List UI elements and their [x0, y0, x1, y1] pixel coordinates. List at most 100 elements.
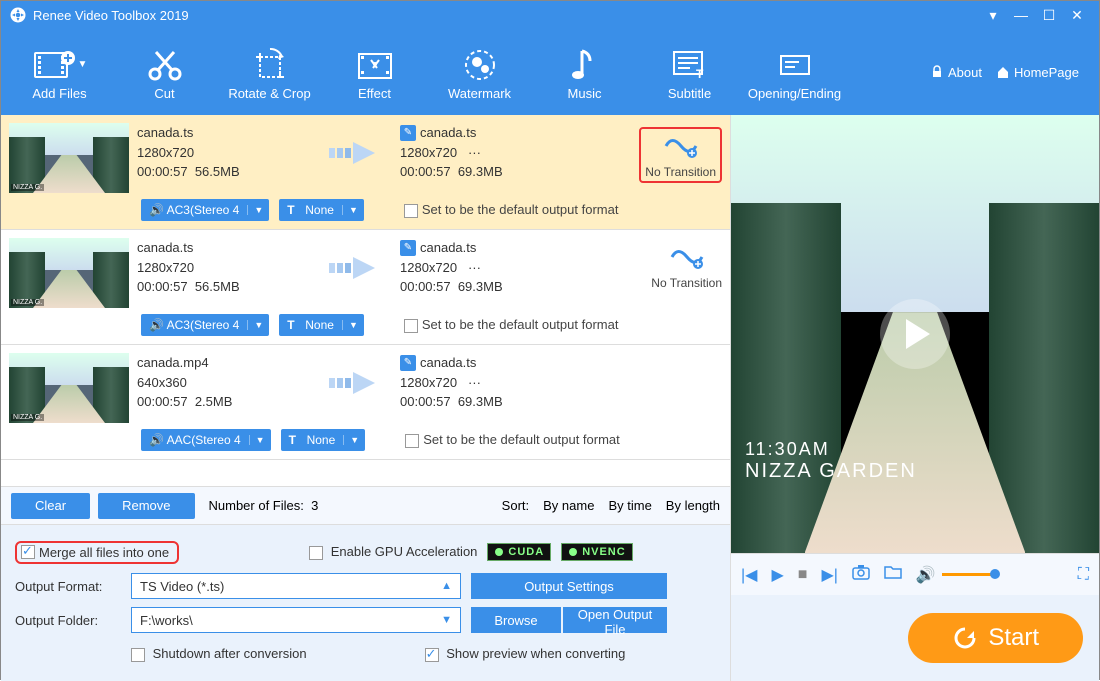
- show-preview-checkbox[interactable]: Show preview when converting: [425, 646, 626, 662]
- gpu-accel-checkbox[interactable]: Enable GPU Acceleration: [309, 544, 477, 560]
- file-row[interactable]: NIZZA G. canada.mp4640x36000:00:57 2.5MB…: [1, 345, 730, 460]
- toolbar-label: Rotate & Crop: [217, 86, 322, 101]
- file-output-meta: ✎canada.ts 1280x720 ··· 00:00:57 69.3MB: [394, 353, 584, 412]
- lock-icon: [930, 65, 944, 79]
- checkbox-icon: [21, 545, 35, 559]
- sort-by-length[interactable]: By length: [666, 498, 720, 513]
- home-icon: [996, 65, 1010, 79]
- file-thumbnail: NIZZA G.: [9, 238, 129, 308]
- fx-pill[interactable]: T None▼: [279, 314, 364, 336]
- output-format-select[interactable]: TS Video (*.ts)▲: [131, 573, 461, 599]
- checkbox-icon: [309, 546, 323, 560]
- open-folder-button[interactable]: [884, 564, 902, 585]
- sort-by-time[interactable]: By time: [608, 498, 651, 513]
- sort-by-name[interactable]: By name: [543, 498, 594, 513]
- subtitle-button[interactable]: T Subtitle: [637, 44, 742, 101]
- cut-button[interactable]: Cut: [112, 44, 217, 101]
- fullscreen-button[interactable]: ⛶: [1078, 566, 1089, 584]
- file-list-footer: Clear Remove Number of Files: 3 Sort: By…: [1, 487, 730, 525]
- prev-button[interactable]: |◀: [741, 565, 757, 585]
- fx-pill[interactable]: T None▼: [279, 199, 364, 221]
- opening-ending-button[interactable]: Opening/Ending: [742, 44, 847, 101]
- video-preview: 11:30AM NIZZA GARDEN: [731, 115, 1099, 553]
- homepage-link[interactable]: HomePage: [996, 65, 1079, 80]
- preview-overlay-text: 11:30AM NIZZA GARDEN: [745, 439, 917, 483]
- file-count-label: Number of Files: 3: [209, 498, 319, 513]
- merge-files-checkbox[interactable]: Merge all files into one: [15, 541, 179, 564]
- file-list: NIZZA G. canada.ts1280x72000:00:57 56.5M…: [1, 115, 730, 487]
- toolbar-label: Opening/Ending: [742, 86, 847, 101]
- dropdown-button[interactable]: ▾: [979, 7, 1007, 24]
- nvenc-badge: NVENC: [561, 543, 633, 561]
- preview-controls: |◀ ▶ ■ ▶| 🔊 ⛶: [731, 553, 1099, 595]
- settings-panel: Merge all files into one Enable GPU Acce…: [1, 525, 730, 681]
- rotate-crop-button[interactable]: Rotate & Crop: [217, 44, 322, 101]
- file-row[interactable]: NIZZA G. canada.ts1280x72000:00:57 56.5M…: [1, 115, 730, 230]
- toolbar-label: Subtitle: [637, 86, 742, 101]
- effect-button[interactable]: Effect: [322, 44, 427, 101]
- arrow-icon: [324, 238, 394, 298]
- titlebar: Renee Video Toolbox 2019 ▾ — ☐ ✕: [1, 1, 1099, 29]
- refresh-icon: [952, 625, 978, 651]
- remove-button[interactable]: Remove: [98, 493, 194, 519]
- default-output-checkbox[interactable]: Set to be the default output format: [404, 317, 619, 333]
- file-input-meta: canada.ts1280x72000:00:57 56.5MB: [129, 238, 324, 297]
- browse-button[interactable]: Browse: [471, 607, 561, 633]
- file-row[interactable]: NIZZA G. canada.ts1280x72000:00:57 56.5M…: [1, 230, 730, 345]
- volume-slider[interactable]: 🔊: [916, 565, 996, 585]
- add-files-button[interactable]: ▼ Add Files: [7, 44, 112, 101]
- open-output-file-button[interactable]: Open Output File: [563, 607, 667, 633]
- transition-button[interactable]: No Transition: [639, 127, 722, 183]
- clear-button[interactable]: Clear: [11, 493, 90, 519]
- stop-button[interactable]: ■: [798, 566, 808, 584]
- transition-button[interactable]: No Transition: [651, 242, 722, 290]
- file-input-meta: canada.ts1280x72000:00:57 56.5MB: [129, 123, 324, 182]
- edit-name-icon[interactable]: ✎: [400, 125, 416, 141]
- checkbox-icon: [425, 648, 439, 662]
- default-output-checkbox[interactable]: Set to be the default output format: [405, 432, 620, 448]
- file-output-meta: ✎canada.ts 1280x720 ··· 00:00:57 69.3MB: [394, 123, 584, 182]
- play-button[interactable]: ▶: [771, 565, 783, 585]
- app-logo-icon: [9, 6, 27, 24]
- sort-label: Sort:: [502, 498, 529, 513]
- cuda-badge: CUDA: [487, 543, 551, 561]
- toolbar-label: Music: [532, 86, 637, 101]
- edit-name-icon[interactable]: ✎: [400, 240, 416, 256]
- next-button[interactable]: ▶|: [821, 565, 837, 585]
- file-output-meta: ✎canada.ts 1280x720 ··· 00:00:57 69.3MB: [394, 238, 584, 297]
- music-button[interactable]: Music: [532, 44, 637, 101]
- maximize-button[interactable]: ☐: [1035, 7, 1063, 24]
- toolbar-label: Watermark: [427, 86, 532, 101]
- checkbox-icon: [131, 648, 145, 662]
- arrow-icon: [324, 123, 394, 183]
- file-thumbnail: NIZZA G.: [9, 353, 129, 423]
- watermark-button[interactable]: Watermark: [427, 44, 532, 101]
- default-output-checkbox[interactable]: Set to be the default output format: [404, 202, 619, 218]
- main-toolbar: ▼ Add Files Cut Rotate & Crop Effect Wat…: [1, 29, 1099, 115]
- play-overlay-button[interactable]: [880, 299, 950, 369]
- audio-pill[interactable]: 🔊 AC3(Stereo 4▼: [141, 314, 269, 336]
- about-link[interactable]: About: [930, 65, 982, 80]
- toolbar-label: Cut: [112, 86, 217, 101]
- close-button[interactable]: ✕: [1063, 7, 1091, 24]
- audio-pill[interactable]: 🔊 AC3(Stereo 4▼: [141, 199, 269, 221]
- audio-pill[interactable]: 🔊 AAC(Stereo 4▼: [141, 429, 271, 451]
- toolbar-label: Effect: [322, 86, 427, 101]
- output-folder-label: Output Folder:: [15, 613, 121, 628]
- output-format-label: Output Format:: [15, 579, 121, 594]
- edit-name-icon[interactable]: ✎: [400, 355, 416, 371]
- file-input-meta: canada.mp4640x36000:00:57 2.5MB: [129, 353, 324, 412]
- volume-icon: 🔊: [916, 565, 936, 585]
- output-folder-select[interactable]: F:\works\▼: [131, 607, 461, 633]
- fx-pill[interactable]: T None▼: [281, 429, 366, 451]
- snapshot-button[interactable]: [852, 564, 870, 585]
- app-title: Renee Video Toolbox 2019: [33, 8, 189, 23]
- minimize-button[interactable]: —: [1007, 7, 1035, 23]
- shutdown-checkbox[interactable]: Shutdown after conversion: [131, 646, 307, 662]
- file-thumbnail: NIZZA G.: [9, 123, 129, 193]
- output-settings-button[interactable]: Output Settings: [471, 573, 667, 599]
- toolbar-label: Add Files: [7, 86, 112, 101]
- start-button[interactable]: Start: [908, 613, 1083, 663]
- svg-text:T: T: [696, 67, 704, 81]
- arrow-icon: [324, 353, 394, 413]
